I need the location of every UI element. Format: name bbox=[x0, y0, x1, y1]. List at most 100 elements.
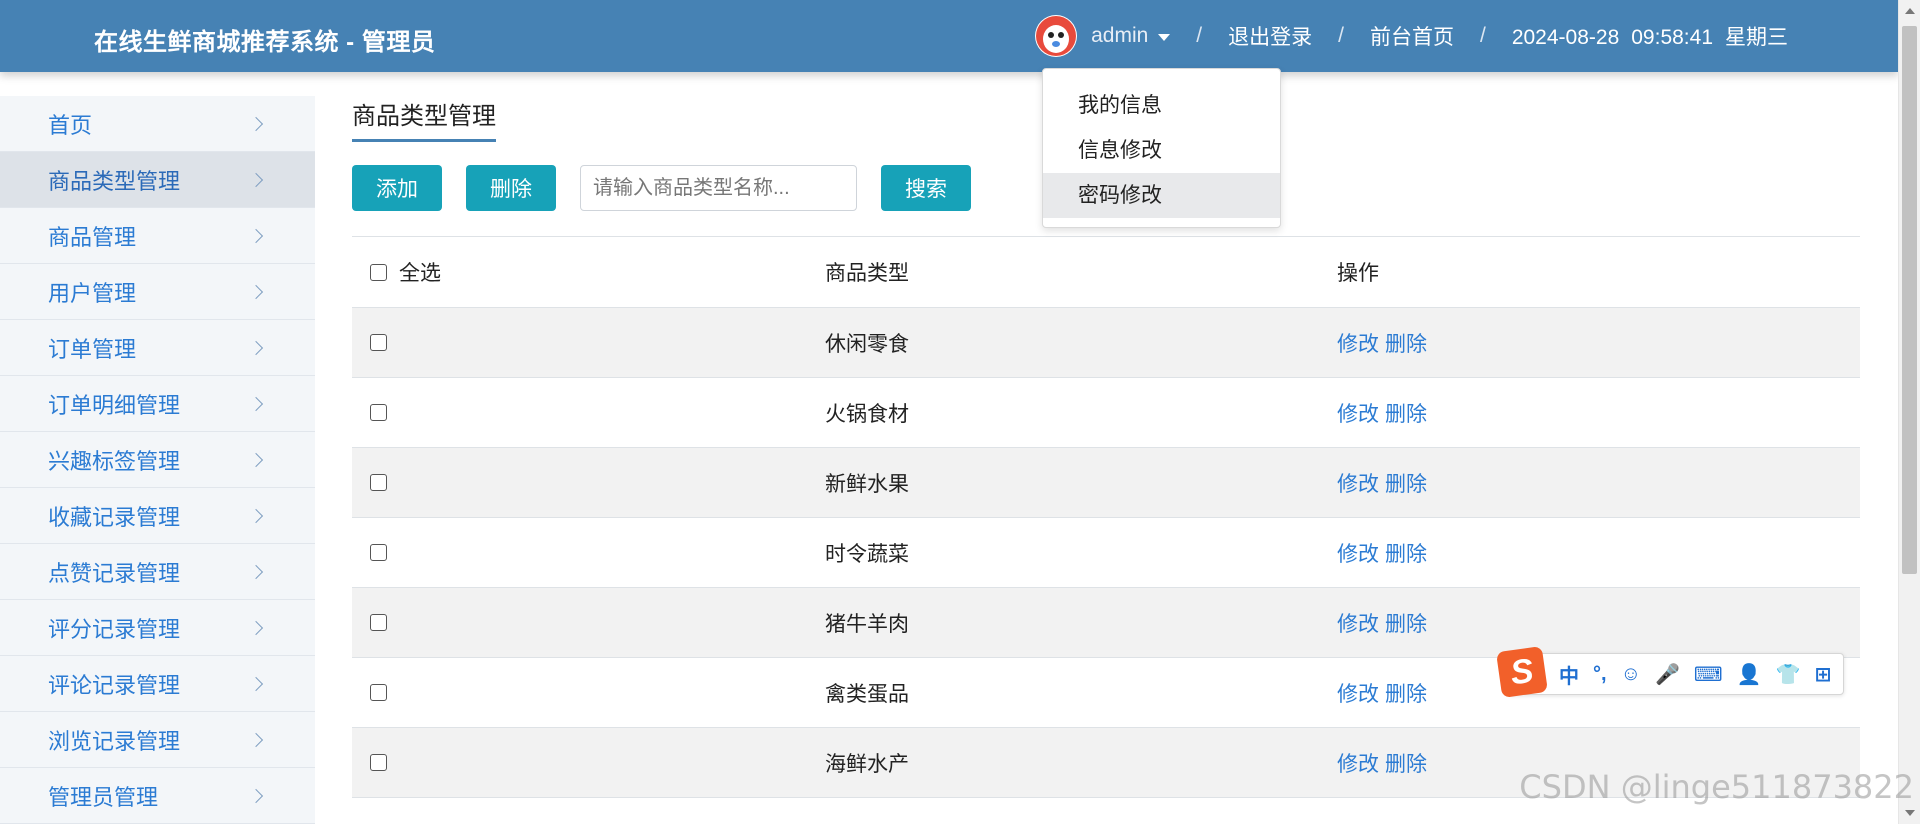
edit-link[interactable]: 修改 bbox=[1337, 543, 1379, 566]
edit-link[interactable]: 修改 bbox=[1337, 683, 1379, 706]
watermark: CSDN @linge511873822 bbox=[1519, 768, 1914, 806]
delete-link[interactable]: 删除 bbox=[1385, 543, 1427, 566]
chevron-right-icon bbox=[248, 788, 264, 803]
chevron-right-icon bbox=[248, 620, 264, 635]
actions-cell: 修改 删除 bbox=[1337, 608, 1860, 638]
separator: / bbox=[1338, 24, 1344, 47]
sidebar-item-browsing[interactable]: 浏览记录管理 bbox=[0, 712, 315, 768]
delete-button[interactable]: 删除 bbox=[466, 165, 556, 211]
toolbar: 添加 删除 搜索 bbox=[352, 165, 971, 211]
edit-link[interactable]: 修改 bbox=[1337, 333, 1379, 356]
type-cell: 新鲜水果 bbox=[825, 472, 909, 496]
menu-item-my-info[interactable]: 我的信息 bbox=[1043, 83, 1280, 128]
delete-link[interactable]: 删除 bbox=[1385, 473, 1427, 496]
ime-skin-icon[interactable]: 👕 bbox=[1776, 662, 1801, 687]
sidebar-item-home[interactable]: 首页 bbox=[0, 96, 315, 152]
delete-link[interactable]: 删除 bbox=[1385, 683, 1427, 706]
delete-link[interactable]: 删除 bbox=[1385, 613, 1427, 636]
type-cell: 海鲜水产 bbox=[825, 752, 909, 776]
search-input[interactable] bbox=[580, 165, 857, 211]
ime-tools-icon[interactable]: ⊞ bbox=[1815, 662, 1832, 687]
delete-link[interactable]: 删除 bbox=[1385, 403, 1427, 426]
chevron-right-icon bbox=[248, 564, 264, 579]
ime-user-icon[interactable]: 👤 bbox=[1737, 662, 1762, 687]
select-all-checkbox[interactable] bbox=[370, 263, 387, 281]
sidebar-item-orders[interactable]: 订单管理 bbox=[0, 320, 315, 376]
avatar-icon[interactable] bbox=[1035, 15, 1078, 57]
table-row: 火锅食材 修改 删除 bbox=[352, 378, 1860, 448]
sidebar-item-label: 订单明细管理 bbox=[48, 392, 181, 418]
ime-keyboard-icon[interactable]: ⌨ bbox=[1694, 662, 1723, 687]
sidebar-item-users[interactable]: 用户管理 bbox=[0, 264, 315, 320]
add-button[interactable]: 添加 bbox=[352, 165, 442, 211]
sidebar-item-interest-tags[interactable]: 兴趣标签管理 bbox=[0, 432, 315, 488]
sidebar-item-label: 收藏记录管理 bbox=[48, 504, 181, 530]
separator: / bbox=[1196, 24, 1203, 47]
search-button[interactable]: 搜索 bbox=[881, 165, 971, 211]
checkbox-cell bbox=[352, 684, 825, 701]
row-checkbox[interactable] bbox=[370, 474, 387, 491]
chevron-right-icon bbox=[248, 508, 264, 523]
delete-link[interactable]: 删除 bbox=[1385, 333, 1427, 356]
scroll-down-icon[interactable] bbox=[1905, 810, 1915, 816]
scroll-up-icon[interactable] bbox=[1905, 8, 1915, 14]
row-checkbox[interactable] bbox=[370, 684, 387, 701]
sidebar-item-label: 评论记录管理 bbox=[48, 672, 181, 698]
column-header-type: 商品类型 bbox=[825, 262, 909, 285]
checkbox-cell bbox=[352, 614, 825, 631]
ime-logo-icon[interactable]: S bbox=[1496, 646, 1548, 698]
user-dropdown-menu: 我的信息 信息修改 密码修改 bbox=[1042, 68, 1281, 228]
page-title: 商品类型管理 bbox=[352, 96, 496, 142]
chevron-right-icon bbox=[248, 676, 264, 691]
checkbox-cell bbox=[352, 404, 825, 421]
ime-punctuation-icon[interactable]: °, bbox=[1593, 663, 1607, 686]
sidebar-item-label: 评分记录管理 bbox=[48, 616, 181, 642]
table-row: 休闲零食 修改 删除 bbox=[352, 308, 1860, 378]
checkbox-cell bbox=[352, 474, 825, 491]
user-menu-toggle[interactable]: admin bbox=[1091, 24, 1171, 48]
row-checkbox[interactable] bbox=[370, 404, 387, 421]
edit-link[interactable]: 修改 bbox=[1337, 613, 1379, 636]
sidebar-item-label: 用户管理 bbox=[48, 280, 137, 306]
edit-link[interactable]: 修改 bbox=[1337, 753, 1379, 776]
row-checkbox[interactable] bbox=[370, 544, 387, 561]
sidebar-item-comments[interactable]: 评论记录管理 bbox=[0, 656, 315, 712]
frontpage-link[interactable]: 前台首页 bbox=[1370, 21, 1454, 51]
actions-cell: 修改 删除 bbox=[1337, 328, 1860, 358]
chevron-right-icon bbox=[248, 452, 264, 467]
ime-voice-icon[interactable]: 🎤 bbox=[1655, 662, 1680, 687]
delete-link[interactable]: 删除 bbox=[1385, 753, 1427, 776]
actions-cell: 修改 删除 bbox=[1337, 398, 1860, 428]
ime-chinese-mode-icon[interactable]: 中 bbox=[1559, 660, 1579, 689]
sidebar-item-admins[interactable]: 管理员管理 bbox=[0, 768, 315, 824]
chevron-right-icon bbox=[248, 396, 264, 411]
sidebar-item-favorites[interactable]: 收藏记录管理 bbox=[0, 488, 315, 544]
row-checkbox[interactable] bbox=[370, 754, 387, 771]
logout-link[interactable]: 退出登录 bbox=[1228, 21, 1312, 51]
checkbox-cell bbox=[352, 334, 825, 351]
sidebar-item-products[interactable]: 商品管理 bbox=[0, 208, 315, 264]
sidebar-item-label: 点赞记录管理 bbox=[48, 560, 181, 586]
username: admin bbox=[1091, 24, 1149, 47]
menu-item-change-password[interactable]: 密码修改 bbox=[1043, 173, 1280, 218]
chevron-right-icon bbox=[248, 116, 264, 131]
vertical-scrollbar[interactable] bbox=[1898, 0, 1920, 824]
scroll-thumb[interactable] bbox=[1902, 26, 1917, 574]
menu-item-edit-info[interactable]: 信息修改 bbox=[1043, 128, 1280, 173]
sidebar-item-ratings[interactable]: 评分记录管理 bbox=[0, 600, 315, 656]
edit-link[interactable]: 修改 bbox=[1337, 403, 1379, 426]
app-title: 在线生鲜商城推荐系统 - 管理员 bbox=[94, 29, 436, 56]
row-checkbox[interactable] bbox=[370, 614, 387, 631]
sidebar-item-label: 首页 bbox=[48, 112, 93, 138]
ime-emoji-icon[interactable]: ☺ bbox=[1621, 663, 1641, 686]
table-row: 新鲜水果 修改 删除 bbox=[352, 448, 1860, 518]
chevron-right-icon bbox=[248, 228, 264, 243]
edit-link[interactable]: 修改 bbox=[1337, 473, 1379, 496]
top-header: 在线生鲜商城推荐系统 - 管理员 admin / 退出登录 / 前台首页 / 2… bbox=[0, 0, 1898, 72]
sidebar: 首页 商品类型管理 商品管理 用户管理 订单管理 订单明细管理 兴趣标签管理 收… bbox=[0, 96, 315, 824]
sidebar-item-category[interactable]: 商品类型管理 bbox=[0, 152, 315, 208]
sidebar-item-likes[interactable]: 点赞记录管理 bbox=[0, 544, 315, 600]
row-checkbox[interactable] bbox=[370, 334, 387, 351]
header-right: admin / 退出登录 / 前台首页 / 2024-08-28 09:58:41… bbox=[1035, 0, 1788, 72]
sidebar-item-order-details[interactable]: 订单明细管理 bbox=[0, 376, 315, 432]
